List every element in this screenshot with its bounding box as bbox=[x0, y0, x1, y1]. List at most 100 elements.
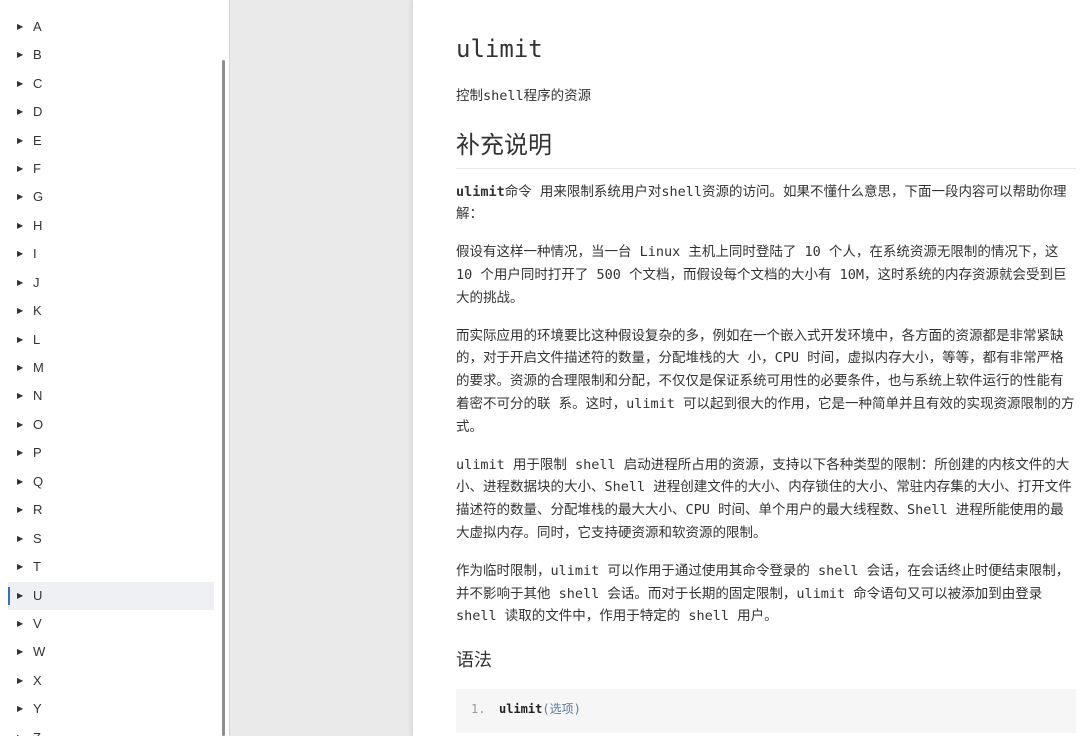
tree-item-label: A bbox=[33, 18, 42, 34]
caret-right-icon: ▶ bbox=[17, 533, 24, 543]
tree-item-label: J bbox=[33, 274, 40, 290]
code-arguments: (选项) bbox=[542, 701, 581, 716]
caret-right-icon: ▶ bbox=[17, 505, 24, 515]
caret-right-icon: ▶ bbox=[17, 562, 24, 572]
tree-item-i[interactable]: ▶ I bbox=[8, 240, 214, 268]
sidebar-scrollbar-thumb[interactable] bbox=[222, 60, 225, 736]
tree-item-x[interactable]: ▶ X bbox=[8, 667, 214, 695]
intro-paragraph: ulimit命令 用来限制系统用户对shell资源的访问。如果不懂什么意思，下面… bbox=[456, 181, 1076, 227]
tree-item-label: Q bbox=[33, 473, 44, 489]
caret-right-icon: ▶ bbox=[17, 135, 24, 145]
tree-item-l[interactable]: ▶ L bbox=[8, 326, 214, 354]
tree-item-y[interactable]: ▶ Y bbox=[8, 695, 214, 723]
code-command: ulimit bbox=[499, 701, 543, 716]
tree-item-c[interactable]: ▶ C bbox=[8, 70, 214, 98]
tree-item-label: O bbox=[33, 416, 44, 432]
tree-item-label: M bbox=[33, 360, 44, 376]
page-title: ulimit bbox=[456, 35, 543, 63]
tree-item-label: T bbox=[33, 559, 41, 575]
caret-right-icon: ▶ bbox=[17, 590, 24, 600]
tree-item-label: C bbox=[33, 75, 43, 91]
caret-right-icon: ▶ bbox=[17, 618, 24, 628]
caret-right-icon: ▶ bbox=[17, 107, 24, 117]
page-description: 控制shell程序的资源 bbox=[456, 87, 592, 104]
tree-item-q[interactable]: ▶ Q bbox=[8, 468, 214, 496]
tree-item-j[interactable]: ▶ J bbox=[8, 269, 214, 297]
tree-item-b[interactable]: ▶ B bbox=[8, 41, 214, 69]
active-indicator bbox=[8, 586, 10, 605]
caret-right-icon: ▶ bbox=[17, 647, 24, 657]
syntax-code-block: 1. ulimit(选项) bbox=[456, 688, 1076, 733]
letter-tree: ▶ A ▶ B ▶ C ▶ D ▶ E ▶ F ▶ G ▶ H ▶ I ▶ J ▶ K ▶ L ▶ M ▶ N ▶ O ▶ P ▶ Q ▶ R ▶ S ▶ T… bbox=[8, 13, 214, 736]
tree-item-h[interactable]: ▶ H bbox=[8, 212, 214, 240]
tree-item-label: G bbox=[33, 189, 44, 205]
tree-item-u[interactable]: ▶ U bbox=[8, 581, 214, 610]
tree-item-label: B bbox=[33, 47, 42, 63]
caret-right-icon: ▶ bbox=[17, 704, 24, 714]
caret-right-icon: ▶ bbox=[17, 391, 24, 401]
caret-right-icon: ▶ bbox=[17, 50, 24, 60]
tree-item-label: D bbox=[33, 104, 43, 120]
tree-item-label: K bbox=[33, 303, 42, 319]
tree-item-z[interactable]: ▶Z bbox=[8, 724, 214, 736]
tree-item-f[interactable]: ▶ F bbox=[8, 155, 214, 183]
tree-item-label: W bbox=[33, 644, 46, 660]
caret-right-icon: ▶ bbox=[17, 192, 24, 202]
caret-right-icon: ▶ bbox=[17, 78, 24, 88]
paragraph: 假设有这样一种情况，当一台 Linux 主机上同时登陆了 10 个人，在系统资源… bbox=[456, 244, 1067, 306]
tree-item-label: R bbox=[33, 502, 43, 518]
tree-item-n[interactable]: ▶ N bbox=[8, 382, 214, 410]
tree-item-label: P bbox=[33, 445, 42, 461]
section-heading: 补充说明 bbox=[456, 129, 1076, 169]
tree-item-e[interactable]: ▶ E bbox=[8, 127, 214, 155]
caret-right-icon: ▶ bbox=[17, 163, 24, 173]
section-body: ulimit命令 用来限制系统用户对shell资源的访问。如果不懂什么意思，下面… bbox=[456, 181, 1076, 629]
caret-right-icon: ▶ bbox=[17, 306, 24, 316]
tree-item-d[interactable]: ▶ D bbox=[8, 98, 214, 126]
code-line-number: 1. bbox=[471, 701, 486, 716]
syntax-heading: 语法 bbox=[456, 649, 492, 671]
tree-item-r[interactable]: ▶ R bbox=[8, 496, 214, 524]
tree-item-label: X bbox=[33, 672, 42, 688]
paragraph: ulimit 用于限制 shell 启动进程所占用的资源，支持以下各种类型的限制… bbox=[456, 456, 1072, 541]
caret-right-icon: ▶ bbox=[17, 334, 24, 344]
tree-item-label: F bbox=[33, 160, 41, 176]
article-panel: ulimit 控制shell程序的资源 补充说明 ulimit命令 用来限制系统… bbox=[412, 0, 1080, 736]
tree-item-p[interactable]: ▶ P bbox=[8, 439, 214, 467]
caret-right-icon: ▶ bbox=[17, 476, 24, 486]
caret-right-icon: ▶ bbox=[17, 277, 24, 287]
tree-item-t[interactable]: ▶ T bbox=[8, 553, 214, 581]
tree-item-g[interactable]: ▶ G bbox=[8, 183, 214, 211]
caret-right-icon: ▶ bbox=[17, 675, 24, 685]
tree-item-label: Y bbox=[33, 701, 42, 717]
tree-item-label: I bbox=[33, 246, 37, 262]
tree-item-m[interactable]: ▶ M bbox=[8, 354, 214, 382]
tree-item-label: S bbox=[33, 530, 42, 546]
tree-item-label: N bbox=[33, 388, 43, 404]
tree-item-label: Z bbox=[33, 724, 41, 736]
caret-right-icon: ▶ bbox=[17, 249, 24, 259]
tree-item-label: U bbox=[33, 587, 43, 603]
paragraph: 作为临时限制，ulimit 可以作用于通过使用其命令登录的 shell 会话，在… bbox=[456, 562, 1070, 625]
sidebar: ▶ A ▶ B ▶ C ▶ D ▶ E ▶ F ▶ G ▶ H ▶ I ▶ J ▶ K ▶ L ▶ M ▶ N ▶ O ▶ P ▶ Q ▶ R ▶ S ▶ T… bbox=[0, 0, 230, 736]
tree-item-a[interactable]: ▶ A bbox=[8, 13, 214, 41]
intro-command: ulimit bbox=[456, 183, 505, 200]
tree-item-s[interactable]: ▶ S bbox=[8, 525, 214, 553]
paragraph: 而实际应用的环境要比这种假设复杂的多，例如在一个嵌入式开发环境中，各方面的资源都… bbox=[456, 327, 1075, 435]
tree-item-label: H bbox=[33, 217, 43, 233]
tree-item-v[interactable]: ▶ V bbox=[8, 610, 214, 638]
tree-item-label: E bbox=[33, 132, 42, 148]
tree-item-label: V bbox=[33, 615, 42, 631]
caret-right-icon: ▶ bbox=[17, 363, 24, 373]
article: ulimit 控制shell程序的资源 补充说明 ulimit命令 用来限制系统… bbox=[456, 34, 1076, 733]
tree-item-k[interactable]: ▶ K bbox=[8, 297, 214, 325]
tree-item-o[interactable]: ▶ O bbox=[8, 411, 214, 439]
intro-text: 命令 用来限制系统用户对shell资源的访问。如果不懂什么意思，下面一段内容可以… bbox=[456, 183, 1067, 223]
tree-item-label: L bbox=[33, 331, 41, 347]
caret-right-icon: ▶ bbox=[17, 21, 24, 31]
tree-item-w[interactable]: ▶ W bbox=[8, 638, 214, 666]
page-gutter bbox=[230, 0, 412, 736]
caret-right-icon: ▶ bbox=[17, 724, 23, 736]
caret-right-icon: ▶ bbox=[17, 419, 24, 429]
caret-right-icon: ▶ bbox=[17, 448, 24, 458]
